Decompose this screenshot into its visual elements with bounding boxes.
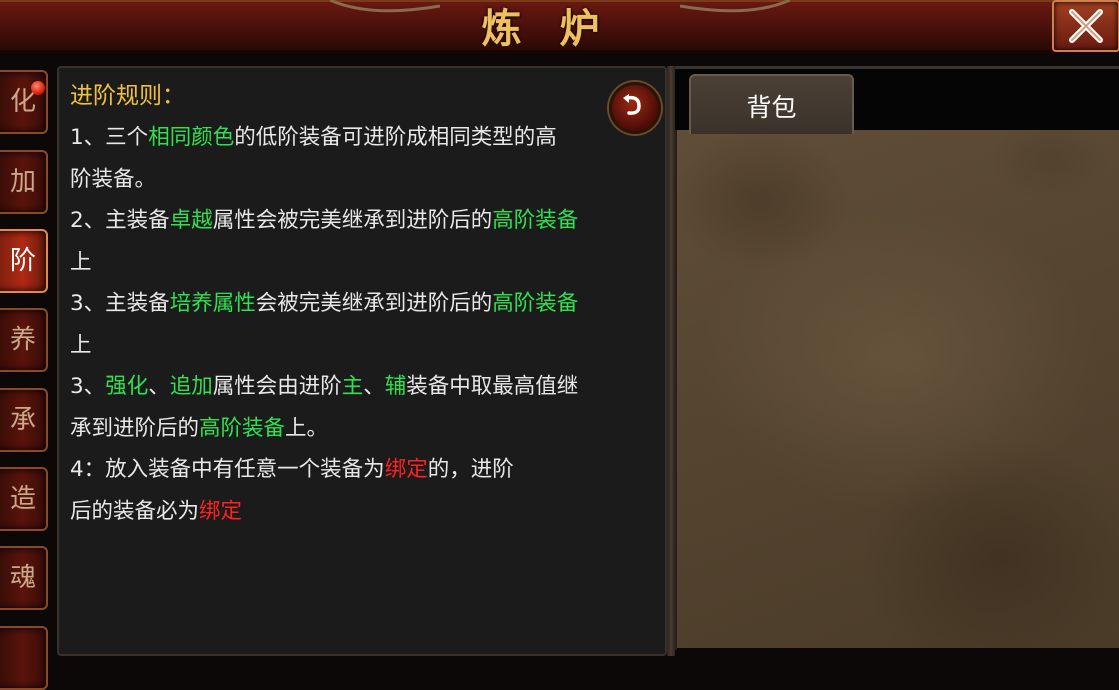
rule-text: 会被完美继承到进阶后的 <box>255 291 493 316</box>
side-tab-7[interactable]: 魂 <box>0 546 48 610</box>
rule-highlight: 高阶装备 <box>199 416 286 441</box>
side-tab-8[interactable] <box>0 626 48 690</box>
rule-highlight: 主 <box>341 374 364 399</box>
side-tab-5[interactable]: 承 <box>0 388 48 452</box>
rule-text: 阶装备。 <box>70 167 157 192</box>
rule-text: 上 <box>70 250 92 275</box>
rule-line: 承到进阶后的高阶装备上。 <box>70 411 328 442</box>
rule-text: 属性会被完美继承到进阶后的 <box>212 208 493 233</box>
side-tab-label: 造 <box>9 484 36 514</box>
rule-line: 2、主装备卓越属性会被完美继承到进阶后的高阶装备 <box>70 203 578 234</box>
rule-text: 后的装备必为 <box>70 499 200 524</box>
close-icon <box>1069 9 1103 43</box>
rule-text: 4：放入装备中有任意一个装备为 <box>70 457 385 482</box>
rule-text: 承到进阶后的 <box>70 416 200 441</box>
side-tab-label: 加 <box>9 167 36 197</box>
title-bar: 炼炉 <box>0 0 1119 53</box>
rule-highlight: 强化 <box>105 374 149 399</box>
notification-dot-icon <box>31 81 45 95</box>
rule-line: 后的装备必为绑定 <box>70 494 242 525</box>
rule-line: 4：放入装备中有任意一个装备为绑定的，进阶 <box>70 452 514 483</box>
rule-line: 上 <box>70 328 92 359</box>
rule-text: 、 <box>148 374 170 399</box>
side-tab-label: 阶 <box>9 246 36 276</box>
rule-highlight: 高阶装备 <box>492 291 579 316</box>
rule-highlight: 辅 <box>384 374 407 399</box>
rule-highlight: 培养属性 <box>169 291 256 316</box>
rule-highlight: 绑定 <box>199 499 243 524</box>
rule-text: 上。 <box>285 416 329 441</box>
rule-text: 属性会由进阶 <box>212 374 342 399</box>
rule-highlight: 相同颜色 <box>148 125 235 150</box>
side-tab-3-active[interactable]: 阶 <box>0 229 48 293</box>
rule-text: 2、主装备 <box>70 208 170 233</box>
rule-text: 的低阶装备可进阶成相同类型的高 <box>234 125 557 150</box>
rule-text: 装备中取最高值继 <box>406 374 579 399</box>
rule-highlight: 卓越 <box>169 208 213 233</box>
side-tab-label: 养 <box>9 325 36 355</box>
rule-line: 上 <box>70 245 92 276</box>
rule-highlight: 高阶装备 <box>492 208 579 233</box>
rule-highlight: 追加 <box>169 374 213 399</box>
rules-panel: 进阶规则： 1、三个相同颜色的低阶装备可进阶成相同类型的高阶装备。 2、主装备卓越… <box>57 66 667 656</box>
side-tab-label: 魂 <box>9 563 36 593</box>
tab-bag[interactable]: 背包 <box>689 74 854 134</box>
rule-line: 阶装备。 <box>70 162 156 193</box>
bag-grid-area[interactable] <box>675 130 1119 650</box>
side-tab-label: 承 <box>9 405 36 435</box>
back-button[interactable] <box>609 82 661 134</box>
rule-text: 3、 <box>70 374 106 399</box>
rule-line: 1、三个相同颜色的低阶装备可进阶成相同类型的高 <box>70 120 557 151</box>
side-tab-1[interactable]: 化 <box>0 70 48 134</box>
side-tab-6[interactable]: 造 <box>0 467 48 531</box>
rule-text: 、 <box>363 374 385 399</box>
page-title: 炼炉 <box>481 5 638 52</box>
rule-line: 3、主装备培养属性会被完美继承到进阶后的高阶装备 <box>70 286 578 317</box>
rule-highlight: 绑定 <box>384 457 428 482</box>
side-tab-4[interactable]: 养 <box>0 308 48 372</box>
rule-text: 3、主装备 <box>70 291 170 316</box>
side-tab-2[interactable]: 加 <box>0 150 48 214</box>
rule-line: 3、强化、追加属性会由进阶主、辅装备中取最高值继 <box>70 369 578 400</box>
rule-text: 的，进阶 <box>427 457 514 482</box>
rule-text: 上 <box>70 333 92 358</box>
return-arrow-icon <box>623 94 641 115</box>
panel-divider <box>667 66 675 656</box>
rule-text: 1、三个 <box>70 125 149 150</box>
close-button[interactable] <box>1052 0 1119 52</box>
rules-title: 进阶规则： <box>70 83 185 109</box>
